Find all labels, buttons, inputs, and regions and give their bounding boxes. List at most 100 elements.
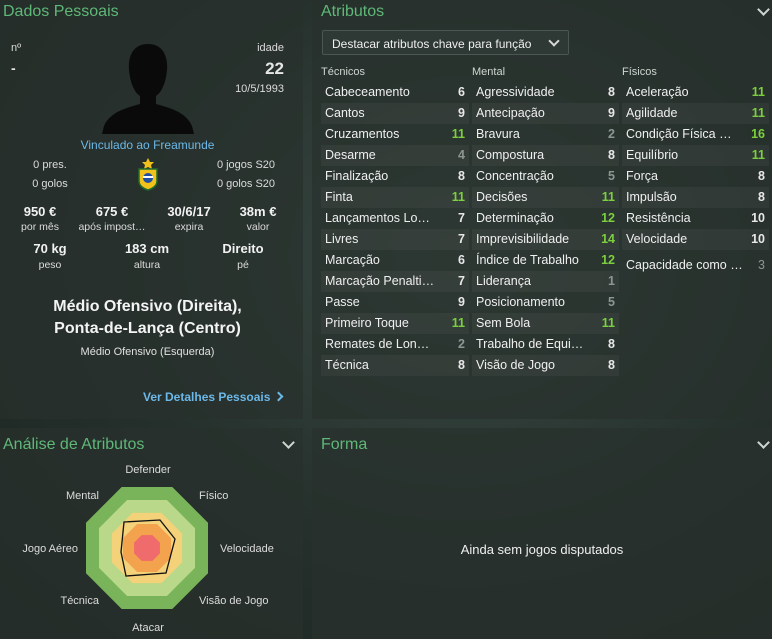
attribute-row[interactable]: Compostura 8 — [472, 145, 619, 166]
attribute-name: Marcação Penalti… — [325, 274, 435, 288]
attribute-row[interactable]: Marcação Penalti… 7 — [321, 271, 469, 292]
net-wage-value: 675 € — [95, 204, 129, 219]
federation-crest-icon — [138, 158, 158, 191]
radar-label-fisico: Físico — [199, 490, 229, 502]
attribute-row[interactable]: Liderança 1 — [472, 271, 619, 292]
attribute-row[interactable]: Equilíbrio 11 — [622, 145, 769, 166]
attribute-row[interactable]: Aceleração 11 — [622, 82, 769, 103]
attribute-row[interactable]: Finalização 8 — [321, 166, 469, 187]
attribute-row[interactable]: Concentração 5 — [472, 166, 619, 187]
attribute-row[interactable]: Bravura 2 — [472, 124, 619, 145]
attribute-name: Desarme — [325, 148, 376, 162]
highlight-role-label: Destacar atributos chave para função — [332, 37, 532, 51]
radar-label-mental: Mental — [65, 490, 99, 502]
attribute-row[interactable]: Cantos 9 — [321, 103, 469, 124]
attribute-row[interactable]: Marcação 6 — [321, 250, 469, 271]
attribute-name: Velocidade — [626, 232, 688, 246]
attribute-value: 8 — [608, 358, 615, 372]
chevron-down-icon[interactable] — [757, 3, 770, 16]
radar-label-visao: Visão de Jogo — [199, 595, 269, 607]
attribute-name: Condição Física … — [626, 127, 732, 141]
attribute-row[interactable]: Trabalho de Equi… 8 — [472, 334, 619, 355]
attribute-name: Agressividade — [476, 85, 555, 99]
attribute-name: Cabeceamento — [325, 85, 410, 99]
attribute-value: 8 — [458, 358, 465, 372]
height-label: altura — [133, 259, 161, 271]
attribute-name: Agilidade — [626, 106, 678, 120]
attribute-row[interactable]: Agilidade 11 — [622, 103, 769, 124]
attribute-row[interactable]: Condição Física … 16 — [622, 124, 769, 145]
attribute-value: 11 — [451, 190, 465, 204]
ability-row[interactable]: Capacidade como … 3 — [622, 255, 769, 276]
main-position-line-2: Ponta-de-Lança (Centro) — [54, 320, 241, 337]
attribute-row[interactable]: Remates de Lon… 2 — [321, 334, 469, 355]
attribute-row[interactable]: Técnica 8 — [321, 355, 469, 376]
attribute-row[interactable]: Velocidade 10 — [622, 229, 769, 250]
attribute-row[interactable]: Antecipação 9 — [472, 103, 619, 124]
attribute-value: 9 — [458, 295, 465, 309]
attribute-row[interactable]: Desarme 4 — [321, 145, 469, 166]
attribute-row[interactable]: Agressividade 8 — [472, 82, 619, 103]
attribute-name: Determinação — [476, 211, 554, 225]
radar-label-defender: Defender — [125, 464, 171, 476]
ability-value: 3 — [758, 258, 765, 272]
attribute-value: 12 — [601, 253, 615, 267]
attribute-name: Sem Bola — [476, 316, 531, 330]
attribute-value: 14 — [601, 232, 615, 246]
wage-label: por mês — [21, 221, 59, 233]
form-title: Forma — [321, 436, 368, 453]
attribute-name: Antecipação — [476, 106, 545, 120]
attribute-row[interactable]: Visão de Jogo 8 — [472, 355, 619, 376]
attribute-name: Bravura — [476, 127, 520, 141]
linked-club-link[interactable]: Vinculado ao Freamunde — [0, 138, 295, 152]
attribute-value: 5 — [608, 295, 615, 309]
attribute-value: 8 — [758, 190, 765, 204]
attribute-row[interactable]: Finta 11 — [321, 187, 469, 208]
attribute-value: 5 — [608, 169, 615, 183]
attribute-row[interactable]: Determinação 12 — [472, 208, 619, 229]
attribute-value: 11 — [751, 106, 765, 120]
attribute-row[interactable]: Índice de Trabalho 12 — [472, 250, 619, 271]
attribute-value: 7 — [458, 232, 465, 246]
attribute-name: Finalização — [325, 169, 389, 183]
highlight-role-dropdown[interactable]: Destacar atributos chave para função — [322, 30, 569, 55]
market-value-label: valor — [246, 221, 270, 233]
attribute-row[interactable]: Decisões 11 — [472, 187, 619, 208]
attribute-row[interactable]: Sem Bola 11 — [472, 313, 619, 334]
attribute-row[interactable]: Imprevisibilidade 14 — [472, 229, 619, 250]
attribute-row[interactable]: Força 8 — [622, 166, 769, 187]
attribute-value: 8 — [608, 148, 615, 162]
attribute-name: Marcação — [325, 253, 380, 267]
attribute-name: Imprevisibilidade — [476, 232, 570, 246]
attribute-value: 7 — [458, 211, 465, 225]
attribute-row[interactable]: Cabeceamento 6 — [321, 82, 469, 103]
number-label: nº — [11, 42, 22, 54]
attribute-row[interactable]: Lançamentos Lo… 7 — [321, 208, 469, 229]
ability-label: Capacidade como … — [626, 258, 743, 272]
attribute-row[interactable]: Impulsão 8 — [622, 187, 769, 208]
personal-details-link[interactable]: Ver Detalhes Pessoais — [143, 390, 284, 404]
personal-panel: Dados Pessoais nº - idade 22 10/5/1993 V… — [0, 0, 303, 419]
weight-value: 70 kg — [33, 241, 67, 256]
radar-ring-center — [134, 535, 160, 561]
attribute-value: 1 — [608, 274, 615, 288]
attribute-name: Concentração — [476, 169, 554, 183]
attribute-row[interactable]: Passe 9 — [321, 292, 469, 313]
chevron-down-icon[interactable] — [757, 436, 770, 449]
attribute-value: 4 — [458, 148, 465, 162]
attribute-value: 11 — [751, 148, 765, 162]
attribute-row[interactable]: Cruzamentos 11 — [321, 124, 469, 145]
attribute-name: Resistência — [626, 211, 691, 225]
attribute-name: Técnica — [325, 358, 369, 372]
analysis-panel: Análise de Atributos Defender Físico Vel… — [0, 428, 303, 639]
attribute-row[interactable]: Resistência 10 — [622, 208, 769, 229]
attribute-value: 2 — [458, 337, 465, 351]
attribute-value: 10 — [751, 211, 765, 225]
attribute-row[interactable]: Posicionamento 5 — [472, 292, 619, 313]
attribute-value: 6 — [458, 253, 465, 267]
attribute-value: 16 — [751, 127, 765, 141]
contract-expiry-value: 30/6/17 — [167, 204, 211, 219]
attribute-row[interactable]: Livres 7 — [321, 229, 469, 250]
attribute-row[interactable]: Primeiro Toque 11 — [321, 313, 469, 334]
attribute-name: Cruzamentos — [325, 127, 400, 141]
